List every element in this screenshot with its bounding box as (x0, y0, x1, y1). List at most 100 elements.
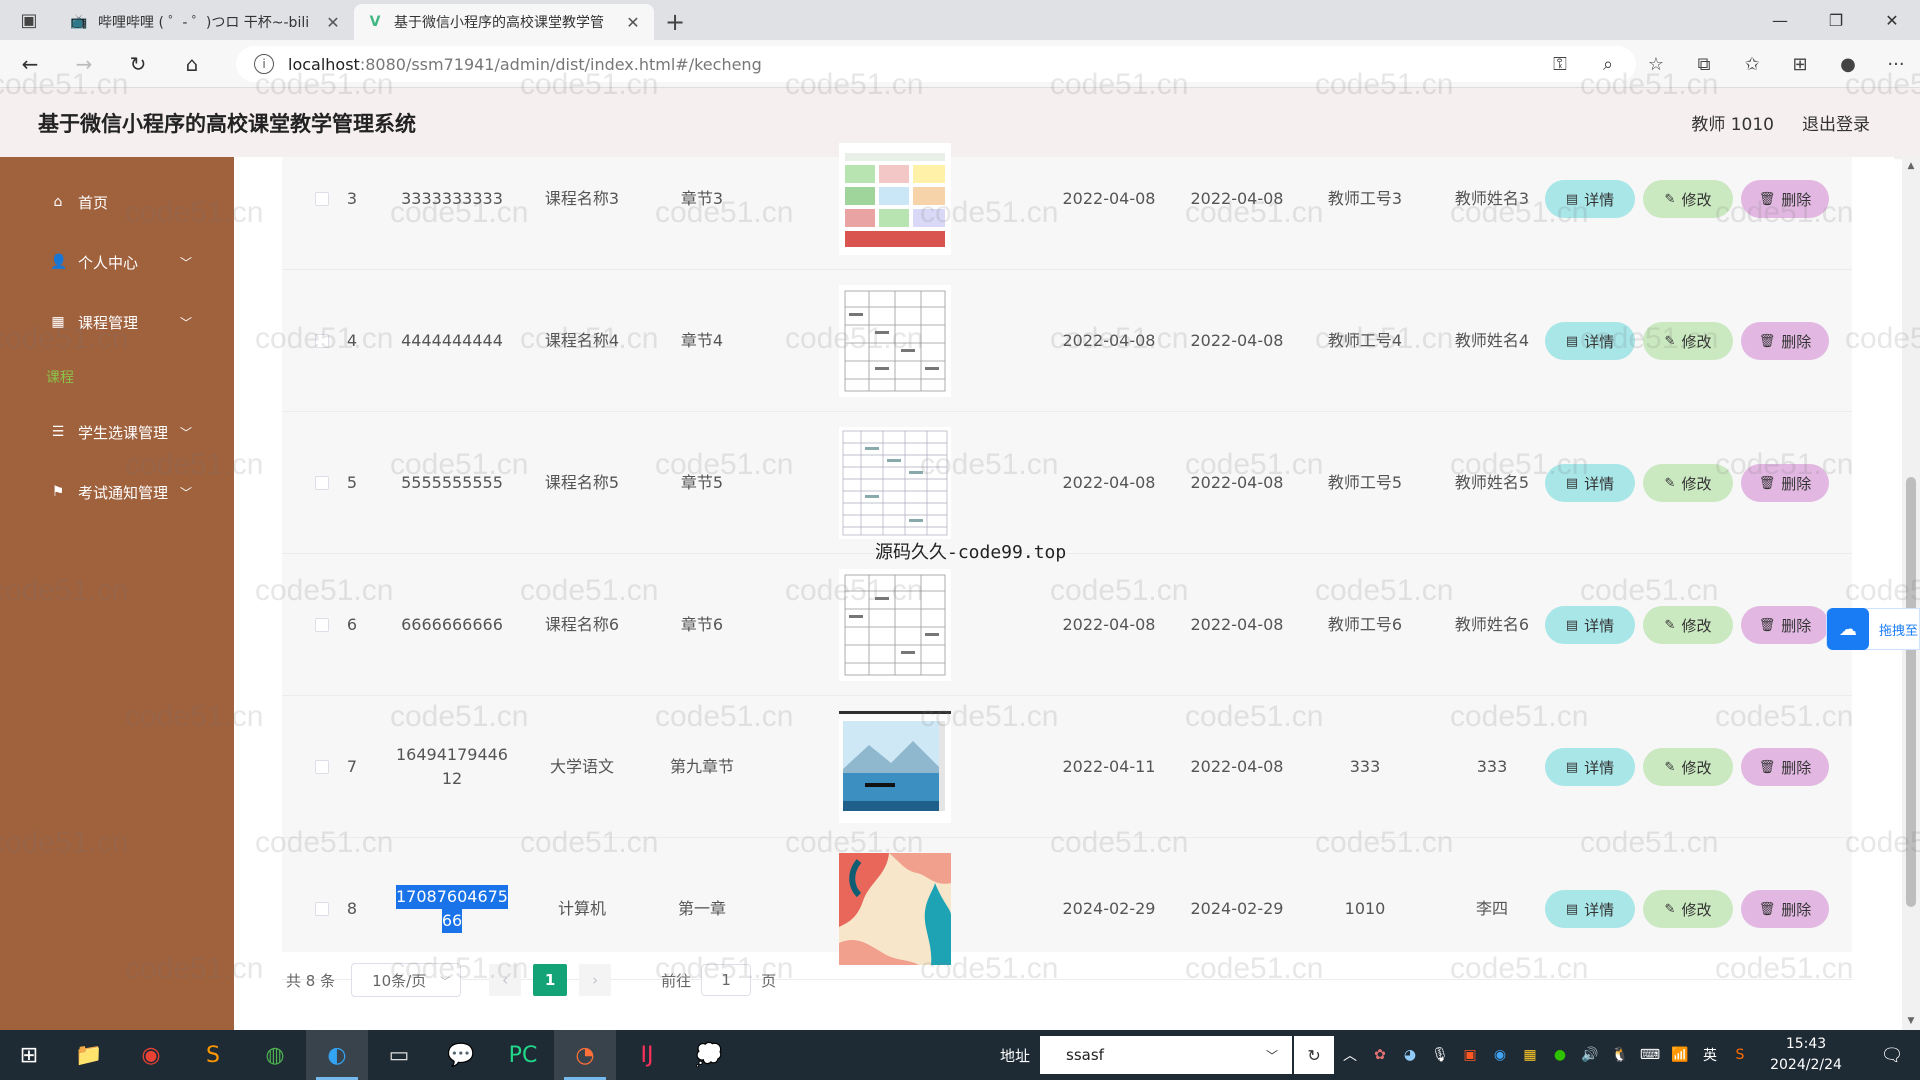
more-icon[interactable]: ··· (1872, 44, 1920, 84)
tab-actions-icon[interactable]: ▣ (0, 0, 58, 40)
edit-button[interactable]: ✎ 修改 (1643, 180, 1733, 218)
sogou-icon[interactable]: S (1726, 1030, 1754, 1080)
collections-icon[interactable]: ⊞ (1776, 44, 1824, 84)
extensions-icon[interactable]: ⧉ (1680, 44, 1728, 84)
delete-button[interactable]: 🗑 删除 (1741, 180, 1829, 218)
reload-icon[interactable]: ↻ (114, 44, 162, 84)
wechat-tray-icon[interactable]: ● (1546, 1030, 1574, 1080)
page-number-button[interactable]: 1 (533, 964, 568, 996)
flag-icon: ⚑ (51, 484, 65, 500)
edit-button[interactable]: ✎ 修改 (1643, 606, 1733, 644)
sidebar-item-student-selection[interactable]: ☰ 学生选课管理 ﹀ (0, 402, 234, 462)
goto-page-input[interactable]: 1 (701, 964, 752, 996)
address-bar[interactable]: i localhost:8080/ssm71941/admin/dist/ind… (236, 46, 1636, 82)
teacher-id: 教师工号4 (1327, 330, 1403, 350)
sidebar-item-label: 学生选课管理 (78, 423, 169, 442)
delete-button[interactable]: 🗑 删除 (1741, 748, 1829, 786)
delete-button[interactable]: 🗑 删除 (1741, 322, 1829, 360)
back-icon[interactable]: ← (6, 44, 54, 84)
page-size-select[interactable]: 10条/页 ﹀ (351, 963, 462, 997)
sidebar-item-home[interactable]: ⌂ 首页 (0, 172, 234, 232)
delete-button[interactable]: 🗑 删除 (1741, 890, 1829, 928)
add-favorite-icon[interactable]: ☆ (1632, 44, 1680, 84)
abstract-shapes-image (839, 853, 951, 965)
scroll-up-icon[interactable]: ▲ (1902, 157, 1920, 175)
delete-button[interactable]: 🗑 删除 (1741, 464, 1829, 502)
edit-button[interactable]: ✎ 修改 (1643, 464, 1733, 502)
close-window-icon[interactable]: ✕ (1864, 0, 1920, 40)
next-page-button[interactable]: › (579, 964, 612, 996)
tray-app-icon[interactable]: ◕ (1396, 1030, 1424, 1080)
network-icon[interactable]: 📶 (1666, 1030, 1694, 1080)
detail-button[interactable]: ▤ 详情 (1545, 464, 1635, 502)
browser-toolbar: ← → ↻ ⌂ i localhost:8080/ssm71941/admin/… (0, 40, 1920, 88)
zoom-icon[interactable]: ⌕ (1584, 44, 1632, 84)
detail-button[interactable]: ▤ 详情 (1545, 748, 1635, 786)
row-index: 3 (346, 188, 358, 208)
edge-icon[interactable]: ◐ (306, 1030, 368, 1080)
terminal-icon[interactable]: ▭ (368, 1030, 430, 1080)
teacher-name: 教师姓名5 (1454, 472, 1530, 492)
qq-icon[interactable]: 🐧 (1606, 1030, 1634, 1080)
favorites-icon[interactable]: ✩ (1728, 44, 1776, 84)
detail-button[interactable]: ▤ 详情 (1545, 322, 1635, 360)
pycharm-icon[interactable]: PC (492, 1030, 554, 1080)
microphone-icon[interactable]: 🎙 (1426, 1030, 1454, 1080)
browser-tab-bilibili[interactable]: 📺 哔哩哔哩 ( ゜- ゜)つロ 干杯~-bili ✕ (58, 4, 354, 40)
sidebar-item-course-mgmt[interactable]: ▦ 课程管理 ﹀ (0, 292, 234, 352)
floating-drag-widget[interactable]: ☁ 拖拽至 (1826, 608, 1920, 650)
home-icon[interactable]: ⌂ (168, 44, 216, 84)
minimize-icon[interactable]: — (1752, 0, 1808, 40)
firefox-icon[interactable]: ◔ (554, 1030, 616, 1080)
windows-start-icon[interactable]: ⊞ (0, 1030, 58, 1080)
page-scrollbar[interactable]: ▲ ▼ (1902, 157, 1920, 1030)
tray-app-icon[interactable]: ▣ (1456, 1030, 1484, 1080)
profile-icon[interactable]: ● (1824, 44, 1872, 84)
tray-app-icon[interactable]: ◉ (1486, 1030, 1514, 1080)
address-label: 地址 (1000, 1046, 1031, 1065)
tray-expand-icon[interactable]: ︿ (1336, 1030, 1364, 1080)
detail-button[interactable]: ▤ 详情 (1545, 890, 1635, 928)
detail-button[interactable]: ▤ 详情 (1545, 180, 1635, 218)
pencil-icon: ✎ (1664, 617, 1676, 633)
chrome-icon[interactable]: ◉ (120, 1030, 182, 1080)
taskbar-clock[interactable]: 15:43 2024/2/24 (1756, 1034, 1856, 1076)
teacher-name: 333 (1476, 756, 1508, 776)
edit-button[interactable]: ✎ 修改 (1643, 322, 1733, 360)
volume-icon[interactable]: 🔊 (1576, 1030, 1604, 1080)
sidebar-subitem-course[interactable]: 课程 (0, 352, 234, 402)
forward-icon[interactable]: → (60, 44, 108, 84)
prev-page-button[interactable]: ‹ (489, 964, 522, 996)
tray-app-icon[interactable]: ✿ (1366, 1030, 1394, 1080)
site-info-icon[interactable]: i (254, 54, 274, 74)
scrollbar-thumb[interactable] (1906, 477, 1916, 907)
browser-green-icon[interactable]: ◍ (244, 1030, 306, 1080)
scroll-down-icon[interactable]: ▼ (1902, 1012, 1920, 1030)
sidebar-item-exam-notice[interactable]: ⚑ 考试通知管理 ﹀ (0, 462, 234, 522)
close-tab-icon[interactable]: ✕ (624, 13, 642, 32)
chevron-down-icon: ﹀ (179, 255, 192, 270)
bilibili-icon: 📺 (70, 14, 88, 30)
restore-icon[interactable]: ❐ (1808, 0, 1864, 40)
sidebar-item-profile[interactable]: 👤 个人中心 ﹀ (0, 232, 234, 292)
file-explorer-icon[interactable]: 📁 (58, 1030, 120, 1080)
edit-button[interactable]: ✎ 修改 (1643, 748, 1733, 786)
refresh-icon[interactable]: ↻ (1294, 1036, 1335, 1074)
edit-button[interactable]: ✎ 修改 (1643, 890, 1733, 928)
browser-tab-app[interactable]: V 基于微信小程序的高校课堂教学管 ✕ (354, 4, 654, 40)
new-tab-button[interactable]: + (654, 4, 696, 40)
key-icon[interactable]: ⚿ (1536, 44, 1584, 84)
chevron-down-icon[interactable]: ﹀ (1266, 1047, 1278, 1064)
keyboard-icon[interactable]: ⌨ (1636, 1030, 1664, 1080)
taskbar-address-input[interactable]: ssasf ﹀ (1040, 1036, 1293, 1074)
wechat-icon[interactable]: 💬 (430, 1030, 492, 1080)
notification-icon[interactable]: 🗨 (1864, 1030, 1920, 1080)
sublime-icon[interactable]: S (182, 1030, 244, 1080)
delete-button[interactable]: 🗑 删除 (1741, 606, 1829, 644)
chat-app-icon[interactable]: 💭 (678, 1030, 740, 1080)
close-tab-icon[interactable]: ✕ (324, 13, 342, 32)
detail-button[interactable]: ▤ 详情 (1545, 606, 1635, 644)
tray-app-icon[interactable]: ▦ (1516, 1030, 1544, 1080)
intellij-icon[interactable]: IJ (616, 1030, 678, 1080)
input-method-indicator[interactable]: 英 (1696, 1030, 1724, 1080)
